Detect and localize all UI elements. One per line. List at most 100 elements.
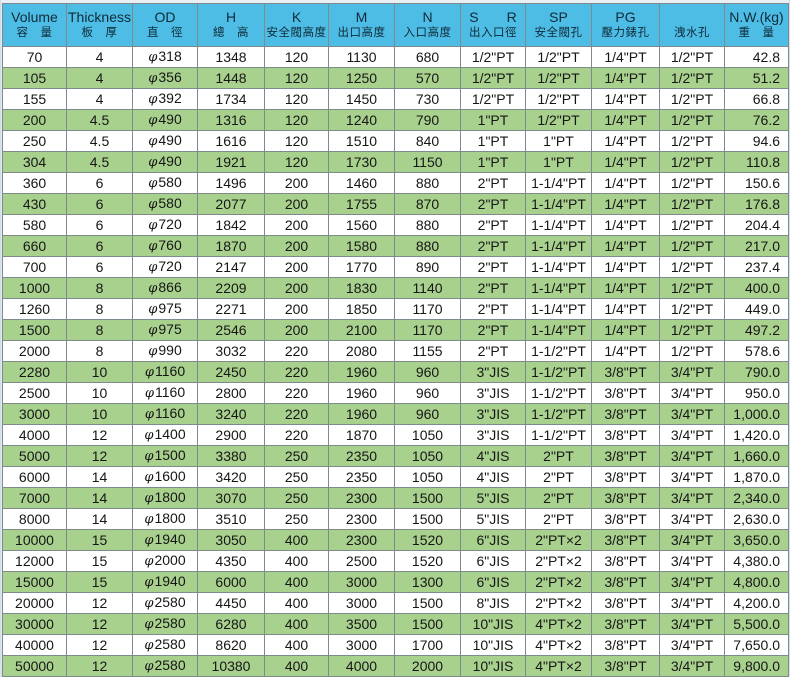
cell-pg: 3/8"PT (591, 445, 660, 467)
od-value: 356 (158, 69, 182, 85)
diameter-symbol: φ (144, 386, 154, 401)
cell-pg: 3/8"PT (591, 655, 660, 677)
table-row: 10000 15 φ1940 3050 400 2300 1520 6"JIS 2"PT×2 3/… (2, 529, 789, 551)
cell-k: 220 (264, 382, 329, 404)
od-value: 1940 (154, 573, 186, 589)
cell-volume: 1260 (2, 298, 67, 320)
cell-pg: 3/8"PT (591, 529, 660, 551)
cell-n: 1050 (394, 466, 461, 488)
cell-h: 3032 (197, 340, 265, 362)
cell-m: 1960 (328, 382, 395, 404)
cell-drain: 3/4"PT (659, 634, 725, 656)
cell-k: 400 (264, 592, 329, 614)
cell-thickness: 12 (66, 592, 133, 614)
cell-h: 4350 (197, 550, 265, 572)
header-label-zh: 出入口徑 (469, 27, 517, 39)
cell-volume: 7000 (2, 487, 67, 509)
cell-n: 1520 (394, 550, 461, 572)
cell-volume: 660 (2, 235, 67, 257)
table-row: 30000 12 φ2580 6280 400 3500 1500 10"JIS 4"PT×2 3… (2, 613, 789, 635)
cell-h: 1842 (197, 214, 265, 236)
cell-k: 400 (264, 634, 329, 656)
cell-k: 400 (264, 571, 329, 593)
header-n: N 入口高度 (394, 3, 461, 47)
cell-drain: 3/4"PT (659, 487, 725, 509)
cell-h: 10380 (197, 655, 265, 677)
header-label-zh: 總 高 (213, 27, 249, 39)
cell-n: 1300 (394, 571, 461, 593)
cell-drain: 1/2"PT (659, 46, 725, 68)
cell-od: φ720 (132, 256, 198, 278)
cell-m: 1450 (328, 88, 395, 110)
cell-k: 200 (264, 214, 329, 236)
cell-k: 400 (264, 655, 329, 677)
table-row: 5000 12 φ1500 3380 250 2350 1050 4"JIS 2"PT 3/8"P… (2, 445, 789, 467)
cell-sp: 1"PT (525, 130, 592, 152)
cell-s-r: 3"JIS (460, 361, 526, 383)
cell-s-r: 10"JIS (460, 655, 526, 677)
od-value: 392 (158, 90, 182, 106)
cell-m: 3500 (328, 613, 395, 635)
cell-pg: 3/8"PT (591, 613, 660, 635)
header-label-en: Thickness (67, 9, 132, 25)
cell-volume: 1000 (2, 277, 67, 299)
cell-drain: 1/2"PT (659, 151, 725, 173)
cell-sp: 1/2"PT (525, 109, 592, 131)
cell-h: 3510 (197, 508, 265, 530)
cell-thickness: 8 (66, 277, 133, 299)
header-label-zh: 壓力錶孔 (601, 27, 650, 39)
cell-volume: 5000 (2, 445, 67, 467)
header-s-r: S R 出入口徑 (460, 3, 526, 47)
od-value: 580 (158, 174, 182, 190)
cell-weight: 76.2 (724, 109, 789, 131)
cell-od: φ580 (132, 172, 198, 194)
cell-thickness: 14 (66, 466, 133, 488)
cell-sp: 2"PT (525, 466, 592, 488)
cell-s-r: 1"PT (460, 109, 526, 131)
cell-sp: 2"PT (525, 487, 592, 509)
cell-s-r: 5"JIS (460, 487, 526, 509)
cell-n: 960 (394, 403, 461, 425)
od-value: 1800 (154, 510, 186, 526)
cell-thickness: 4 (66, 67, 133, 89)
table-row: 8000 14 φ1800 3510 250 2300 1500 5"JIS 2"PT 3/8"P… (2, 508, 789, 530)
cell-m: 1830 (328, 277, 395, 299)
cell-thickness: 4.5 (66, 151, 133, 173)
od-value: 720 (158, 258, 182, 274)
cell-thickness: 10 (66, 361, 133, 383)
cell-thickness: 6 (66, 235, 133, 257)
cell-drain: 3/4"PT (659, 529, 725, 551)
table-row: 2000 8 φ990 3032 220 2080 1155 2"PT 1-1/2"PT 1/4"… (2, 340, 789, 362)
cell-volume: 700 (2, 256, 67, 278)
cell-drain: 3/4"PT (659, 655, 725, 677)
cell-n: 790 (394, 109, 461, 131)
cell-h: 1348 (197, 46, 265, 68)
cell-n: 880 (394, 172, 461, 194)
cell-volume: 8000 (2, 508, 67, 530)
cell-n: 880 (394, 235, 461, 257)
header-label-zh: 直 徑 (147, 27, 183, 39)
cell-n: 840 (394, 130, 461, 152)
cell-drain: 3/4"PT (659, 508, 725, 530)
cell-k: 250 (264, 445, 329, 467)
table-row: 15000 15 φ1940 6000 400 3000 1300 6"JIS 2"PT×2 3/… (2, 571, 789, 593)
cell-m: 1850 (328, 298, 395, 320)
cell-s-r: 2"PT (460, 340, 526, 362)
cell-drain: 1/2"PT (659, 130, 725, 152)
cell-volume: 2000 (2, 340, 67, 362)
od-value: 1500 (154, 447, 186, 463)
cell-s-r: 6"JIS (460, 529, 526, 551)
cell-m: 2100 (328, 319, 395, 341)
od-value: 2580 (154, 615, 186, 631)
table-row: 70 4 φ318 1348 120 1130 680 1/2"PT 1/2"PT 1/4"PT 1… (2, 46, 789, 68)
cell-thickness: 6 (66, 172, 133, 194)
cell-pg: 3/8"PT (591, 487, 660, 509)
diameter-symbol: φ (144, 617, 154, 632)
cell-n: 1140 (394, 277, 461, 299)
header-label-en: SP (549, 9, 568, 25)
diameter-symbol: φ (148, 344, 158, 359)
cell-k: 120 (264, 151, 329, 173)
cell-drain: 3/4"PT (659, 571, 725, 593)
cell-m: 1730 (328, 151, 395, 173)
cell-thickness: 10 (66, 403, 133, 425)
